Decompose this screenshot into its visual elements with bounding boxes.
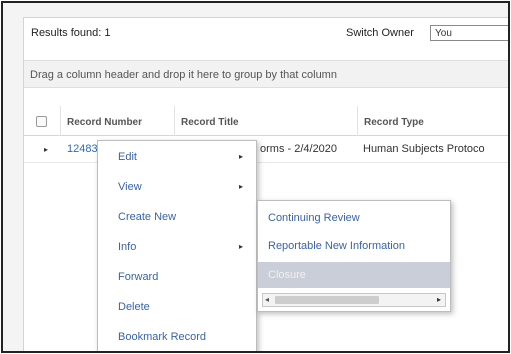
menu-item-label: Info — [118, 241, 137, 253]
menu-item-label: Create New — [118, 211, 177, 223]
submenu-arrow-icon: ▸ — [239, 242, 244, 251]
column-header-record-type[interactable]: Record Type — [357, 106, 508, 136]
menu-item-label: View — [118, 181, 142, 193]
menu-item-forward[interactable]: Forward — [98, 265, 256, 289]
menu-item-label: Bookmark Record — [118, 331, 207, 343]
expand-row-icon[interactable]: ▸ — [44, 145, 48, 154]
scroll-right-icon[interactable]: ▸ — [437, 295, 441, 304]
group-by-hint: Drag a column header and drop it here to… — [30, 69, 337, 81]
menu-item-label: Delete — [118, 301, 150, 313]
switch-owner-input[interactable] — [430, 25, 508, 41]
submenu-item-closure[interactable]: Closure — [258, 262, 450, 288]
record-type-cell: Human Subjects Protoco — [363, 143, 485, 155]
results-toolbar: Results found: 1 Switch Owner — [24, 18, 508, 50]
scrollbar-thumb[interactable] — [275, 296, 379, 304]
submenu-horizontal-scrollbar[interactable]: ◂ ▸ — [262, 293, 446, 307]
menu-item-edit[interactable]: Edit ▸ — [98, 145, 256, 169]
window-frame: Results found: 1 Switch Owner Drag a col… — [1, 1, 510, 353]
grid-header: Record Number Record Title Record Type — [24, 106, 508, 136]
record-context-menu: Edit ▸ View ▸ Create New Info ▸ Forward … — [97, 140, 257, 351]
menu-item-info[interactable]: Info ▸ — [98, 235, 256, 259]
menu-item-create-new[interactable]: Create New — [98, 205, 256, 229]
scroll-left-icon[interactable]: ◂ — [265, 295, 269, 304]
submenu-arrow-icon: ▸ — [239, 182, 244, 191]
select-all-checkbox[interactable] — [36, 116, 47, 127]
menu-item-label: Forward — [118, 271, 159, 283]
results-count: Results found: 1 — [31, 27, 111, 39]
submenu-item-continuing-review[interactable]: Continuing Review — [258, 205, 450, 231]
submenu-arrow-icon: ▸ — [239, 152, 244, 161]
record-number-link[interactable]: 12483 — [67, 137, 98, 163]
menu-item-view[interactable]: View ▸ — [98, 175, 256, 199]
submenu-item-reportable-new-information[interactable]: Reportable New Information — [258, 233, 450, 259]
menu-item-label: Edit — [118, 151, 137, 163]
menu-item-bookmark-record[interactable]: Bookmark Record — [98, 325, 256, 349]
record-title-cell: orms - 2/4/2020 — [260, 143, 338, 155]
column-header-record-number[interactable]: Record Number — [60, 106, 173, 136]
create-new-submenu: Continuing Review Reportable New Informa… — [257, 200, 451, 312]
column-header-record-title[interactable]: Record Title — [174, 106, 356, 136]
group-by-drop-zone[interactable]: Drag a column header and drop it here to… — [24, 60, 508, 88]
switch-owner-label: Switch Owner — [346, 27, 414, 39]
menu-item-delete[interactable]: Delete — [98, 295, 256, 319]
